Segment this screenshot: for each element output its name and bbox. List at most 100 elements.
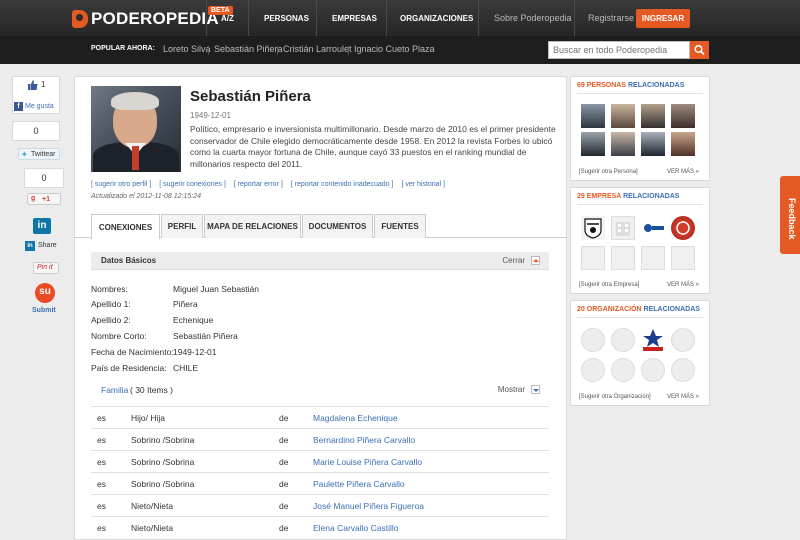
suggest-connections-link[interactable]: [ sugerir conexiones ] (159, 181, 226, 188)
family-link[interactable]: Familia (101, 385, 128, 395)
profile-birthdate: 1949-12-01 (190, 111, 231, 120)
tab-perfil[interactable]: PERFIL (161, 214, 203, 238)
linkedin-small-icon: in (25, 241, 35, 251)
linkedin-icon[interactable]: in (33, 218, 51, 234)
field-value: Piñera (173, 299, 198, 309)
org-globe-icon[interactable] (581, 328, 605, 352)
field-label: Fecha de Nacimiento: (91, 347, 174, 357)
popular-item[interactable]: Loreto Silva (163, 44, 211, 54)
basic-data-header: Datos Básicos Cerrar (91, 252, 549, 270)
stumbleupon-submit[interactable]: Submit (32, 307, 56, 314)
company-thumb[interactable] (611, 216, 635, 240)
row-person-link[interactable]: José Manuel Piñera Figueroa (313, 501, 424, 511)
poderopedia-logo[interactable]: PODEROPEDIA BETA (72, 6, 233, 29)
search-input[interactable] (548, 41, 690, 59)
see-more-orgs-link[interactable]: VER MÁS » (667, 394, 699, 400)
facebook-like-button[interactable]: f Me gusta (12, 101, 60, 114)
see-more-people-link[interactable]: VER MÁS » (667, 169, 699, 175)
suggest-org-link[interactable]: [Sugerir otra Organización] (579, 394, 651, 400)
basic-data-title: Datos Básicos (101, 256, 157, 265)
row-person-link[interactable]: Marie Louise Piñera Carvallo (313, 457, 422, 467)
popular-divider (277, 46, 278, 55)
company-thumb[interactable] (641, 246, 665, 270)
search-button[interactable] (690, 41, 709, 59)
popular-item[interactable]: Ignacio Cueto Plaza (354, 44, 435, 54)
see-more-companies-link[interactable]: VER MÁS » (667, 282, 699, 288)
person-thumb[interactable] (641, 104, 665, 128)
popular-item[interactable]: Cristián Larroulet (283, 44, 352, 54)
company-thumb[interactable] (641, 216, 665, 240)
company-thumb[interactable] (581, 246, 605, 270)
nav-empresas[interactable]: EMPRESAS (332, 0, 377, 36)
cellon-logo-icon (644, 224, 664, 232)
report-error-link[interactable]: [ reportar error ] (234, 181, 283, 188)
row-relation: Nieto/Nieta (131, 501, 174, 511)
tab-conexiones[interactable]: CONEXIONES (91, 214, 160, 239)
org-globe-icon[interactable] (671, 358, 695, 382)
person-thumb[interactable] (611, 132, 635, 156)
facebook-icon: f (14, 102, 23, 111)
row-person-link[interactable]: Magdalena Echenique (313, 413, 398, 423)
suggest-company-link[interactable]: [Sugerir otra Empresa] (579, 282, 639, 288)
row-person-link[interactable]: Paulette Piñera Carvallo (313, 479, 405, 489)
company-thumb[interactable] (671, 246, 695, 270)
row-de: de (279, 523, 289, 533)
register-link[interactable]: Registrarse (588, 0, 634, 36)
family-header: Familia ( 30 Items ) Mostrar (91, 379, 549, 401)
org-globe-icon[interactable] (611, 358, 635, 382)
person-thumb[interactable] (641, 132, 665, 156)
org-globe-icon[interactable] (611, 328, 635, 352)
basic-data-close[interactable]: Cerrar (502, 256, 525, 265)
org-globe-icon[interactable] (671, 328, 695, 352)
feedback-tab[interactable]: Feedback (780, 176, 800, 254)
report-content-link[interactable]: [ reportar contenido inadecuado ] (291, 181, 394, 188)
family-show[interactable]: Mostrar (498, 385, 525, 394)
related-companies-box: 29 EMPRESA RELACIONADAS [Sugerir otra Em… (570, 187, 710, 294)
row-es: es (97, 523, 106, 533)
related-companies-heading: 29 EMPRESA RELACIONADAS (577, 193, 680, 200)
tab-mapa-de-relaciones[interactable]: MAPA DE RELACIONES (204, 214, 301, 238)
pinterest-label: Pin it (37, 264, 53, 271)
suggest-person-link[interactable]: [Sugerir otra Persona] (579, 169, 638, 175)
row-person-link[interactable]: Elena Carvallo Castillo (313, 523, 399, 533)
org-thumb[interactable] (641, 328, 665, 352)
gplus-button[interactable]: g +1 (27, 193, 61, 205)
nav-organizaciones[interactable]: ORGANIZACIONES (400, 0, 473, 36)
person-thumb[interactable] (671, 104, 695, 128)
table-row: es Nieto/Nieta de Elena Carvallo Castill… (91, 516, 549, 538)
tab-fuentes[interactable]: FUENTES (374, 214, 426, 238)
field-value: 1949-12-01 (173, 347, 217, 357)
stumbleupon-icon[interactable]: su (35, 283, 55, 303)
person-thumb[interactable] (581, 132, 605, 156)
linkedin-share-button[interactable]: in Share (23, 241, 61, 253)
view-history-link[interactable]: [ ver historial ] (401, 181, 445, 188)
row-person-link[interactable]: Bernardino Piñera Carvallo (313, 435, 415, 445)
feedback-label: Feedback (787, 198, 797, 240)
org-globe-icon[interactable] (581, 358, 605, 382)
company-thumb[interactable] (581, 216, 605, 240)
org-globe-icon[interactable] (641, 358, 665, 382)
suggest-profile-link[interactable]: [ sugerir otro perfil ] (91, 181, 151, 188)
gplus-count-box: 0 (24, 168, 64, 188)
renovacion-nacional-logo-icon (643, 329, 663, 351)
popular-item[interactable]: Sebastián Piñera (214, 44, 283, 54)
nav-az[interactable]: A/Z (221, 0, 234, 36)
field-value: Sebastián Piñera (173, 331, 238, 341)
tab-documentos[interactable]: DOCUMENTOS (302, 214, 373, 238)
person-thumb[interactable] (581, 104, 605, 128)
person-thumb[interactable] (611, 104, 635, 128)
nav-sobre-poderopedia[interactable]: Sobre Poderopedia (494, 0, 572, 36)
login-button[interactable]: INGRESAR (636, 9, 690, 28)
popular-divider (348, 46, 349, 55)
thumbs-up-icon (28, 80, 38, 90)
company-thumb[interactable] (611, 246, 635, 270)
company-thumb[interactable] (671, 216, 695, 240)
expand-icon[interactable] (531, 385, 540, 394)
tweet-button[interactable]: ✦ Twittear (18, 148, 60, 160)
nav-personas[interactable]: PERSONAS (264, 0, 309, 36)
person-thumb[interactable] (671, 132, 695, 156)
field-label: Apellido 2: (91, 315, 131, 325)
nav-divider (206, 0, 207, 36)
collapse-icon[interactable] (531, 256, 540, 265)
pinterest-button[interactable]: Pin it (33, 262, 59, 274)
